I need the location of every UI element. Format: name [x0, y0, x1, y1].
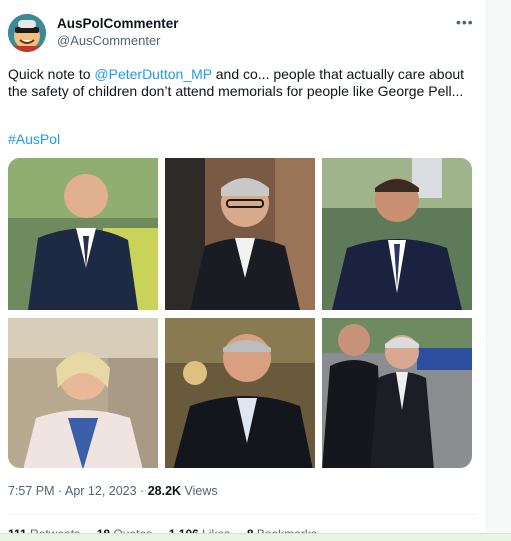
more-options-icon[interactable]: •••: [456, 14, 474, 30]
tweet-text: Quick note to @PeterDutton_MP and co... …: [8, 66, 478, 100]
photo-1[interactable]: [8, 158, 158, 310]
photo-5[interactable]: [165, 318, 315, 468]
tweet-card: AusPolCommenter @AusCommenter ••• Quick …: [0, 0, 486, 541]
avatar[interactable]: [8, 14, 46, 52]
hashtag-line: #AusPol: [8, 131, 60, 147]
views-label: Views: [181, 484, 218, 498]
views-count: 28.2K: [147, 484, 182, 498]
mention-link[interactable]: @PeterDutton_MP: [94, 66, 211, 82]
photo-4[interactable]: [8, 318, 158, 468]
right-column: [486, 0, 511, 540]
tweet-time[interactable]: 7:57 PM: [8, 484, 55, 498]
display-name[interactable]: AusPolCommenter: [57, 16, 179, 31]
meta-separator: ·: [54, 484, 65, 498]
tweet-date[interactable]: Apr 12, 2023: [65, 484, 137, 498]
tweet-meta: 7:57 PM · Apr 12, 2023 · 28.2K Views: [8, 484, 218, 498]
photo-grid: [8, 158, 472, 468]
divider: [8, 514, 478, 515]
photo-2[interactable]: [165, 158, 315, 310]
hashtag-link[interactable]: #AusPol: [8, 131, 60, 147]
photo-6[interactable]: [322, 318, 472, 468]
meta-separator-2: ·: [136, 484, 148, 498]
photo-3[interactable]: [322, 158, 472, 310]
tweet-text-prefix: Quick note to: [8, 66, 95, 82]
user-handle[interactable]: @AusCommenter: [57, 33, 161, 48]
